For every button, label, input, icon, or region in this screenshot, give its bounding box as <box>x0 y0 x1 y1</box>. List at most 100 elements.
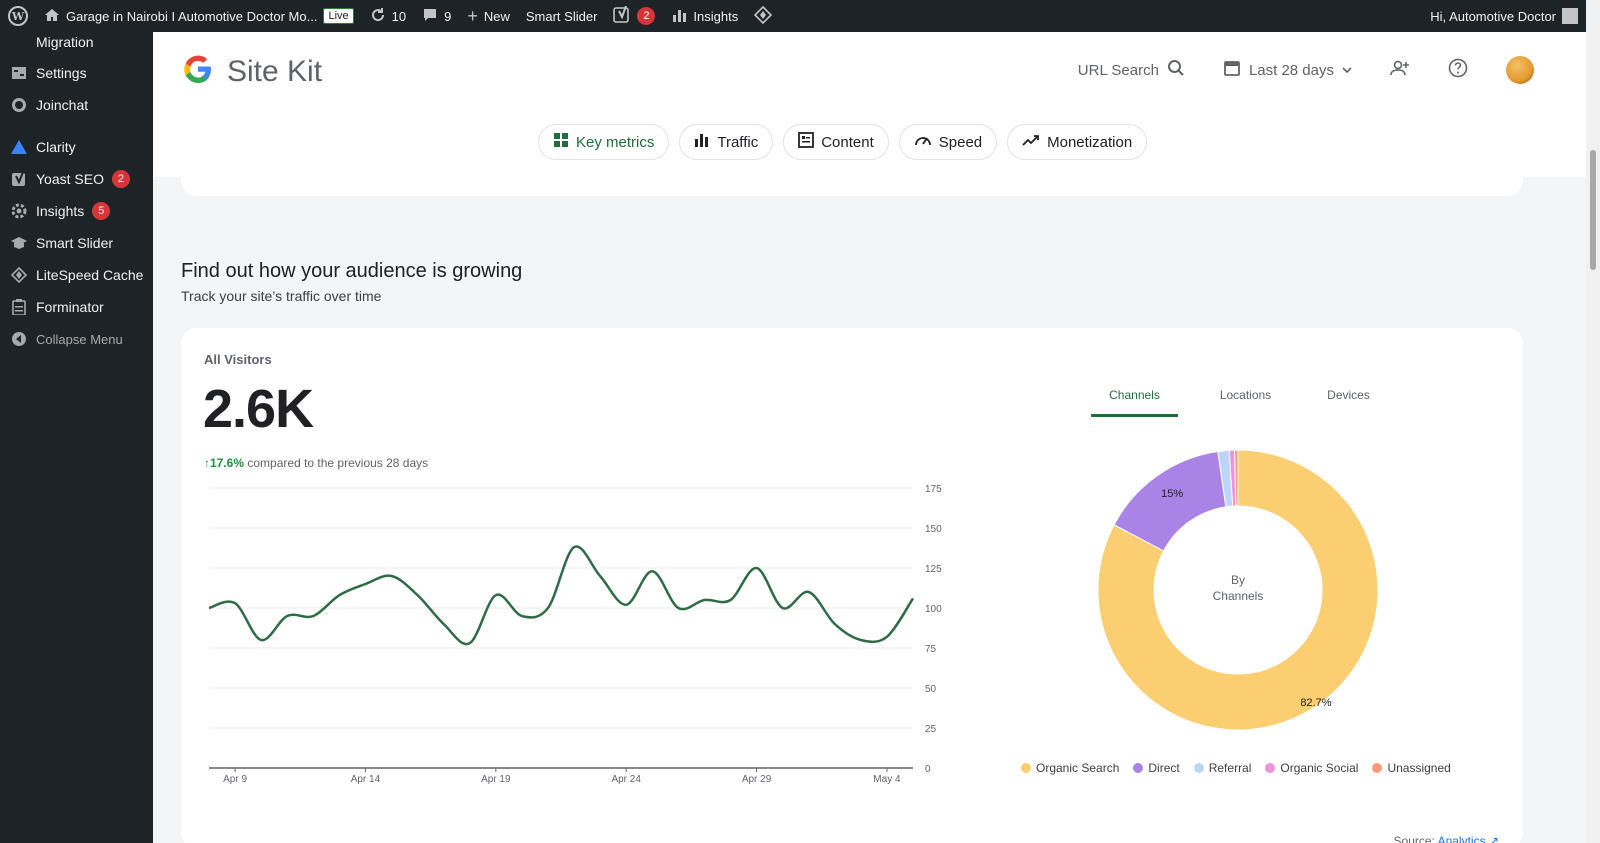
sidebar-item-smart-slider[interactable]: Smart Slider <box>0 227 153 259</box>
legend-item[interactable]: Organic Search <box>1021 761 1119 775</box>
legend-swatch <box>1021 763 1031 773</box>
sidebar-item-label: Smart Slider <box>36 235 114 251</box>
legend-label: Referral <box>1208 761 1252 775</box>
sidebar-item-yoast-seo[interactable]: Yoast SEO 2 <box>0 163 153 195</box>
legend-item[interactable]: Referral <box>1193 761 1252 775</box>
legend-item[interactable]: Direct <box>1133 761 1180 775</box>
collapse-menu-button[interactable]: Collapse Menu <box>0 323 153 355</box>
home-icon <box>44 7 60 26</box>
tab-content[interactable]: Content <box>783 124 889 160</box>
litespeed-icon <box>754 5 773 27</box>
sidebar-item-joinchat[interactable]: Joinchat <box>0 89 153 121</box>
smart-slider-menu[interactable]: Smart Slider <box>518 0 606 32</box>
url-search-label: URL Search <box>1077 61 1159 79</box>
grid-icon <box>553 132 569 152</box>
tab-speed[interactable]: Speed <box>898 124 998 160</box>
legend-swatch <box>1265 763 1276 773</box>
sidebar-item-clarity[interactable]: Clarity <box>0 131 153 163</box>
graduation-cap-icon <box>10 234 28 252</box>
legend-item[interactable]: Unassigned <box>1372 761 1451 775</box>
settings-icon <box>10 64 28 82</box>
google-g-icon <box>181 52 215 91</box>
tab-label: Speed <box>938 133 983 151</box>
comment-icon <box>422 7 438 26</box>
litespeed-menu[interactable] <box>746 0 780 32</box>
comments-menu[interactable]: 9 <box>414 0 459 32</box>
tab-label: Traffic <box>717 133 759 151</box>
date-range-label: Last 28 days <box>1248 61 1334 79</box>
dashboard-section-nav: Key metrics Traffic Content Speed Moneti… <box>538 124 1148 160</box>
yoast-notification-badge: 2 <box>111 170 130 188</box>
all-visitors-value: 2.6K <box>203 379 314 439</box>
tab-label: Key metrics <box>576 133 655 151</box>
data-source: Source: Analytics ↗ <box>1394 834 1499 843</box>
smart-slider-label: Smart Slider <box>525 8 598 24</box>
page-scrollbar[interactable] <box>1586 0 1600 843</box>
x-tick-label: Apr 29 <box>742 774 772 785</box>
tab-key-metrics[interactable]: Key metrics <box>538 124 670 160</box>
help-button[interactable] <box>1448 58 1468 82</box>
y-tick-label: 125 <box>925 564 942 575</box>
y-tick-label: 0 <box>925 764 931 775</box>
y-tick-label: 175 <box>925 484 942 495</box>
tab-label: Content <box>821 133 874 151</box>
all-visitors-label: All Visitors <box>204 352 272 367</box>
visitors-change: ↑17.6% compared to the previous 28 days <box>204 456 428 470</box>
chevron-down-icon <box>1342 62 1352 79</box>
migration-icon <box>10 33 28 51</box>
sidebar-item-litespeed-cache[interactable]: LiteSpeed Cache <box>0 259 153 291</box>
sidebar-item-insights[interactable]: Insights 5 <box>0 195 153 227</box>
sidebar-item-label: Clarity <box>36 139 76 155</box>
x-tick-label: Apr 24 <box>611 774 641 785</box>
y-tick-label: 50 <box>925 684 937 695</box>
tab-traffic[interactable]: Traffic <box>679 124 774 160</box>
external-link-icon: ↗ <box>1488 834 1499 843</box>
legend-swatch <box>1193 763 1204 773</box>
clipboard-icon <box>10 298 28 316</box>
sidebar-item-forminator[interactable]: Forminator <box>0 291 153 323</box>
analytics-link[interactable]: Analytics <box>1438 834 1486 843</box>
site-kit-logo[interactable]: Site Kit <box>181 52 322 91</box>
clarity-icon <box>10 138 28 156</box>
whatsapp-icon <box>10 96 28 114</box>
sidebar-item-label: Collapse Menu <box>36 331 123 347</box>
insights-menu[interactable]: Insights <box>663 0 746 32</box>
tab-devices[interactable]: Devices <box>1297 388 1400 417</box>
sidebar-item-settings[interactable]: Settings <box>0 57 153 89</box>
legend-swatch <box>1133 763 1144 773</box>
date-range-selector[interactable]: Last 28 days <box>1223 59 1352 81</box>
sidebar-item-label: Yoast SEO <box>36 171 104 187</box>
tab-monetization[interactable]: Monetization <box>1007 124 1148 160</box>
sidebar-item-label: LiteSpeed Cache <box>36 267 144 283</box>
tab-channels[interactable]: Channels <box>1091 388 1178 417</box>
updates-menu[interactable]: 10 <box>362 0 414 32</box>
gear-icon <box>10 202 28 220</box>
calendar-icon <box>1223 59 1241 81</box>
donut-slice-label: 82.7% <box>1300 697 1331 709</box>
speedometer-icon <box>914 132 932 152</box>
x-tick-label: Apr 9 <box>223 774 247 785</box>
legend-item[interactable]: Organic Social <box>1265 761 1358 775</box>
comments-count: 9 <box>444 8 452 24</box>
help-icon <box>1448 58 1468 82</box>
user-menu-button[interactable] <box>1506 56 1534 84</box>
new-content-menu[interactable]: + New <box>459 0 518 32</box>
tab-locations[interactable]: Locations <box>1194 388 1297 417</box>
my-account-menu[interactable]: Hi, Automotive Doctor <box>1422 0 1586 32</box>
insights-notification-badge: 5 <box>92 202 111 220</box>
donut-center-label: By <box>1231 573 1245 587</box>
sidebar-item-label: Insights <box>36 203 85 219</box>
share-dashboard-button[interactable] <box>1390 59 1410 81</box>
y-tick-label: 150 <box>925 524 942 535</box>
x-tick-label: Apr 14 <box>351 774 381 785</box>
trending-up-icon <box>1022 133 1040 151</box>
visitors-series-line <box>208 545 915 646</box>
channels-legend: Organic Search Direct Referral Organic Soci… <box>1021 761 1451 775</box>
scrollbar-thumb[interactable] <box>1590 150 1596 270</box>
visitors-line-chart: 0 25 50 75 100 125 150 175 Apr 9 Apr 14 Apr 19 Apr … <box>208 484 942 785</box>
yoast-menu[interactable]: 2 <box>605 0 663 32</box>
url-search-button[interactable]: URL Search <box>1078 59 1185 81</box>
sidebar-item-migration[interactable]: Migration <box>0 26 153 58</box>
header-actions: URL Search Last 28 days <box>1040 56 1534 84</box>
sidebar-item-label: Settings <box>36 65 87 81</box>
